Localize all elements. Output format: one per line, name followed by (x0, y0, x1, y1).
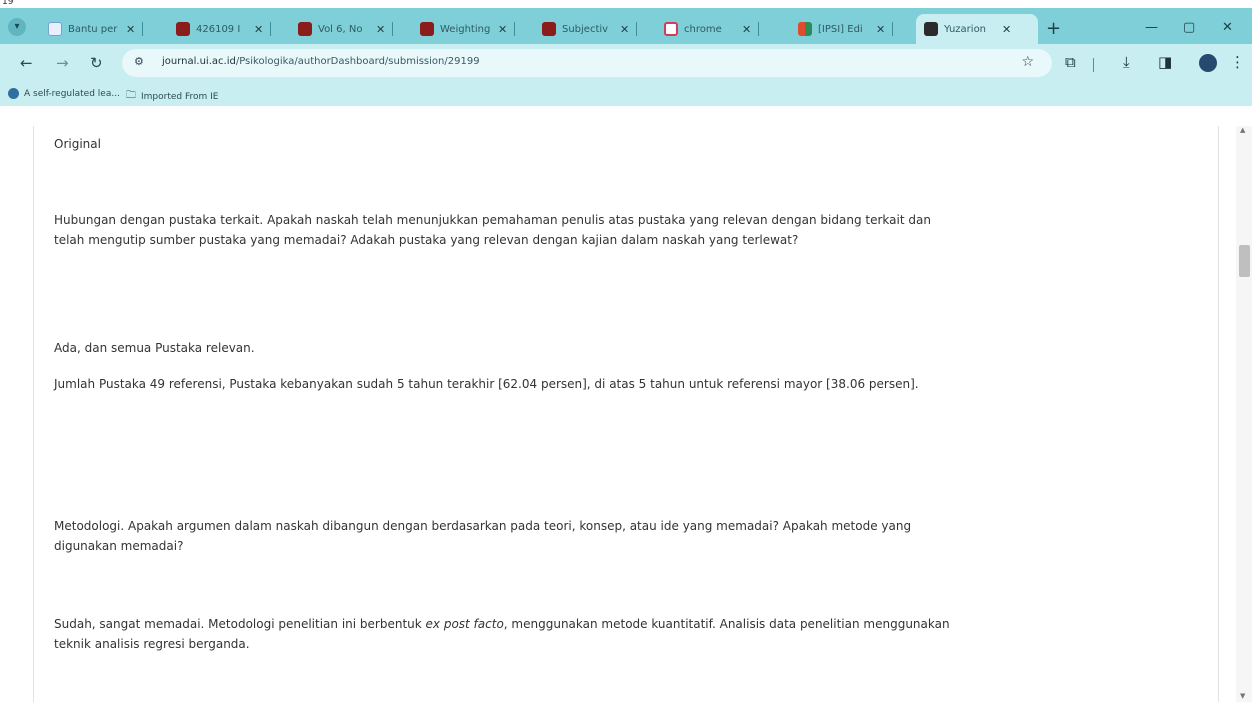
paragraph-question-literature: Hubungan dengan pustaka terkait. Apakah … (54, 213, 931, 247)
scroll-down-icon[interactable]: ▼ (1240, 692, 1245, 700)
tab-favicon (924, 22, 938, 36)
tab-close-icon[interactable]: ✕ (876, 23, 885, 36)
new-tab-icon[interactable]: + (1046, 18, 1061, 39)
top-strip: 19 (0, 0, 1252, 8)
tab-favicon (298, 22, 312, 36)
tab-title: chrome (684, 23, 722, 35)
url-text[interactable]: journal.ui.ac.id/Psikologika/authorDashb… (162, 56, 480, 67)
menu-icon[interactable]: ⋮ (1230, 53, 1245, 71)
italic-term: ex post facto (425, 617, 504, 631)
tab-426109[interactable]: 426109 I ✕ (168, 14, 272, 44)
bookmarks-bar: A self-regulated lea... 🗀 Imported From … (0, 82, 1252, 106)
tab-title: Weighting (440, 23, 491, 35)
paragraph-text: Sudah, sangat memadai. Metodologi peneli… (54, 617, 426, 631)
back-icon[interactable]: ← (20, 54, 33, 72)
tab-vol6[interactable]: Vol 6, No ✕ (290, 14, 394, 44)
tab-favicon (176, 22, 190, 36)
tab-bar: ▾ Bantu per ✕ 426109 I ✕ Vol 6, No ✕ Wei… (0, 8, 1252, 44)
tab-subjective[interactable]: Subjectiv ✕ (534, 14, 638, 44)
bookmark-imported-from-ie[interactable]: 🗀 Imported From IE (126, 88, 218, 105)
navigation-bar: ← → ↻ ⚙ journal.ui.ac.id/Psikologika/aut… (0, 44, 1252, 82)
reload-icon[interactable]: ↻ (90, 54, 103, 72)
bookmark-label: A self-regulated lea... (24, 88, 120, 99)
tab-close-icon[interactable]: ✕ (620, 23, 629, 36)
tab-favicon (420, 22, 434, 36)
scroll-up-icon[interactable]: ▲ (1240, 126, 1245, 134)
scrollbar-thumb[interactable] (1239, 245, 1250, 277)
url-domain: journal.ui.ac.id (162, 56, 236, 67)
tab-close-icon[interactable]: ✕ (498, 23, 507, 36)
tab-title: Subjectiv (562, 23, 609, 35)
download-icon[interactable]: ⤓ (1123, 53, 1130, 71)
folder-icon: 🗀 (126, 90, 136, 101)
paragraph-question-methodology: Metodologi. Apakah argumen dalam naskah … (54, 519, 912, 553)
tab-close-icon[interactable]: ✕ (254, 23, 263, 36)
tab-title: Yuzarion (944, 23, 987, 35)
tab-favicon (664, 22, 678, 36)
bookmark-self-regulated[interactable]: A self-regulated lea... (8, 88, 120, 99)
tab-favicon (798, 22, 812, 36)
extensions-icon[interactable]: ⧉ (1065, 53, 1076, 71)
toolbar-divider (1093, 58, 1094, 72)
minimize-icon[interactable]: — (1145, 20, 1158, 35)
tab-favicon (542, 22, 556, 36)
tab-yuzarion[interactable]: Yuzarion ✕ (916, 14, 1038, 44)
bookmark-label: Imported From IE (141, 91, 219, 102)
tab-close-icon[interactable]: ✕ (376, 23, 385, 36)
bookmark-star-icon[interactable]: ☆ (1021, 54, 1034, 70)
paragraph-answer-methodology: Sudah, sangat memadai. Metodologi peneli… (54, 614, 954, 654)
maximize-icon[interactable]: ▢ (1183, 20, 1195, 35)
site-info-icon[interactable]: ⚙ (134, 55, 150, 71)
tab-bantu[interactable]: Bantu per ✕ (40, 14, 144, 44)
tab-title: Vol 6, No (318, 23, 363, 35)
tab-favicon (48, 22, 62, 36)
tab-close-icon[interactable]: ✕ (742, 23, 751, 36)
tab-title: 426109 I (196, 23, 241, 35)
tab-title: Bantu per (68, 23, 118, 35)
tab-search-icon[interactable]: ▾ (8, 18, 26, 36)
paragraph-answer-relevant: Ada, dan semua Pustaka relevan. (54, 341, 255, 355)
close-window-icon[interactable]: ✕ (1222, 20, 1233, 35)
tab-chrome[interactable]: chrome ✕ (656, 14, 760, 44)
tab-close-icon[interactable]: ✕ (126, 23, 135, 36)
scrollbar[interactable] (1236, 126, 1252, 702)
address-bar[interactable]: ⚙ journal.ui.ac.id/Psikologika/authorDas… (122, 49, 1052, 77)
url-path: /Psikologika/authorDashboard/submission/… (235, 56, 480, 67)
tab-ipsi[interactable]: [IPSI] Edi ✕ (790, 14, 894, 44)
globe-icon (8, 88, 19, 99)
tab-title: [IPSI] Edi (818, 23, 863, 35)
forward-icon[interactable]: → (56, 54, 69, 72)
paragraph-references-count: Jumlah Pustaka 49 referensi, Pustaka keb… (54, 377, 919, 391)
tab-close-icon[interactable]: ✕ (1002, 23, 1011, 36)
profile-avatar[interactable] (1199, 54, 1217, 72)
side-panel-icon[interactable]: ◨ (1158, 53, 1172, 71)
corner-label: 19 (2, 0, 14, 7)
tab-weighting[interactable]: Weighting ✕ (412, 14, 516, 44)
paragraph-original: Original (54, 137, 101, 151)
